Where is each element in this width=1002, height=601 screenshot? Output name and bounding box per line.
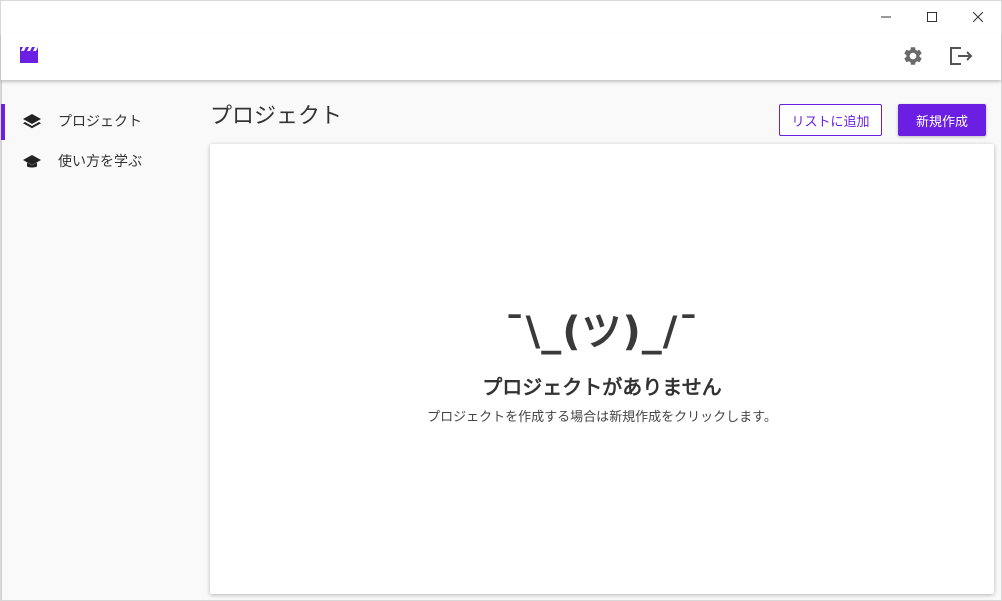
- gear-icon: [904, 47, 922, 65]
- empty-state-title: プロジェクトがありません: [482, 375, 722, 399]
- logout-icon: [950, 47, 973, 65]
- empty-state-description: プロジェクトを作成する場合は新規作成をクリックします。: [427, 410, 777, 425]
- sidebar-item-projects[interactable]: プロジェクト: [1, 102, 201, 142]
- app-header: [1, 33, 1001, 80]
- empty-state-emoticon: ¯\_(ツ)_/¯: [504, 309, 700, 355]
- sidebar-item-label: 使い方を学ぶ: [58, 154, 142, 170]
- app-window: プロジェクト 使い方を学ぶ プロジェクト リストに追加 新規作成 ¯\_(ツ)_…: [0, 0, 1002, 601]
- graduation-cap-icon: [23, 155, 41, 168]
- sidebar-item-label: プロジェクト: [58, 114, 142, 130]
- add-to-list-button[interactable]: リストに追加: [779, 104, 882, 136]
- projects-card: ¯\_(ツ)_/¯ プロジェクトがありません プロジェクトを作成する場合は新規作…: [210, 144, 994, 594]
- close-button[interactable]: [955, 1, 1001, 33]
- minimize-button[interactable]: [863, 1, 909, 33]
- logout-button[interactable]: [947, 43, 975, 69]
- new-project-button[interactable]: 新規作成: [898, 104, 986, 136]
- clapperboard-icon[interactable]: [20, 47, 38, 63]
- settings-button[interactable]: [900, 43, 926, 69]
- close-icon: [973, 12, 983, 22]
- layers-icon: [23, 114, 41, 129]
- page-title: プロジェクト: [210, 104, 343, 129]
- maximize-button[interactable]: [909, 1, 955, 33]
- sidebar: プロジェクト 使い方を学ぶ: [1, 80, 201, 601]
- minimize-icon: [881, 16, 891, 18]
- sidebar-item-learn[interactable]: 使い方を学ぶ: [1, 142, 201, 182]
- maximize-icon: [927, 12, 937, 22]
- title-bar: [1, 1, 1001, 33]
